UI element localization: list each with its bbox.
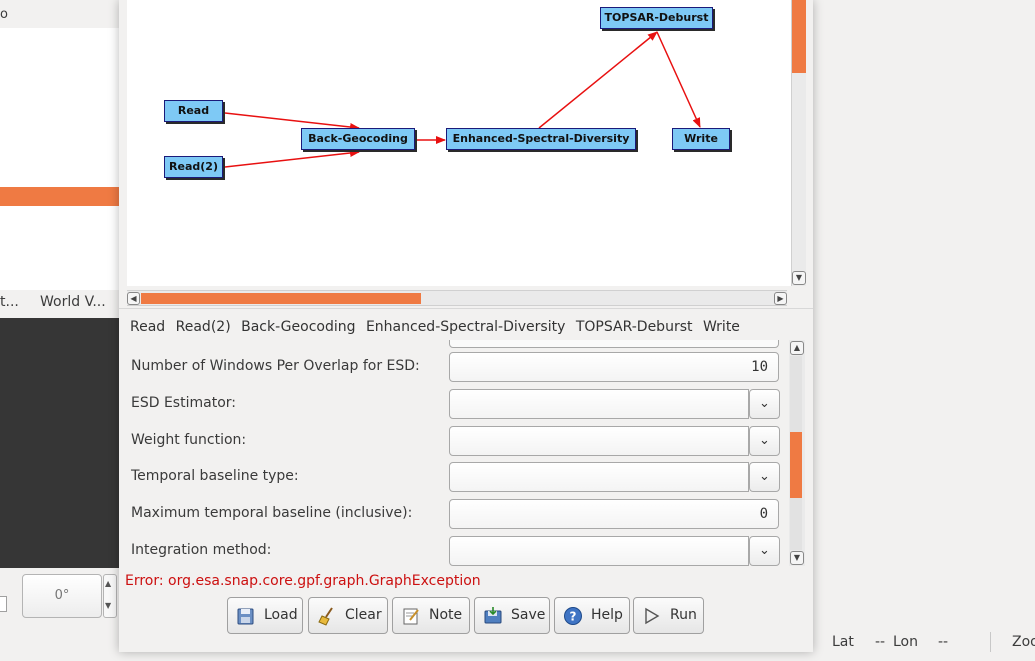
- note-button[interactable]: Note: [392, 597, 470, 634]
- status-lat-value: --: [875, 634, 886, 650]
- graph-vertical-scrollbar[interactable]: ▼: [791, 0, 806, 286]
- scroll-right-icon[interactable]: ▶: [774, 292, 787, 305]
- param-label-windows-per-overlap: Number of Windows Per Overlap for ESD:: [131, 358, 420, 374]
- play-icon: [645, 607, 660, 625]
- chevron-down-icon: ⌄: [759, 396, 770, 411]
- svg-text:?: ?: [570, 610, 577, 624]
- clear-button-label: Clear: [345, 607, 382, 623]
- status-lat-label: Lat: [832, 634, 854, 650]
- status-separator: [990, 632, 991, 652]
- note-icon: [403, 608, 419, 625]
- edge-read-to-back-geocoding: [224, 112, 360, 131]
- tab-write[interactable]: Write: [703, 319, 740, 335]
- chevron-down-icon: ⌄: [759, 543, 770, 558]
- parameters-scrollbar[interactable]: ▲ ▼: [789, 340, 805, 566]
- status-lon-label: Lon: [893, 634, 918, 650]
- param-label-integration-method: Integration method:: [131, 542, 272, 558]
- background-left-header: [0, 0, 119, 28]
- graph-canvas[interactable]: Read Read(2) Back-Geocoding Enhanced-Spe…: [127, 0, 792, 286]
- graph-node-enhanced-spectral-diversity[interactable]: Enhanced-Spectral-Diversity: [446, 128, 636, 150]
- edge-read2-to-back-geocoding: [224, 149, 360, 168]
- load-button[interactable]: Load: [227, 597, 303, 634]
- load-file-icon: [237, 608, 254, 625]
- graph-node-topsar-deburst[interactable]: TOPSAR-Deburst: [600, 7, 713, 29]
- help-icon: ?: [564, 607, 582, 625]
- background-header-text: o: [0, 7, 8, 22]
- chevron-down-icon: ⌄: [759, 433, 770, 448]
- param-label-esd-estimator: ESD Estimator:: [131, 395, 236, 411]
- status-lon-value: --: [938, 634, 949, 650]
- help-button-label: Help: [591, 607, 623, 623]
- help-button[interactable]: ? Help: [554, 597, 630, 634]
- angle-input[interactable]: 0°: [22, 574, 102, 618]
- background-left-panel: [0, 0, 119, 290]
- graph-builder-dialog: Read Read(2) Back-Geocoding Enhanced-Spe…: [119, 0, 813, 652]
- integration-method-dropdown-button[interactable]: ⌄: [749, 536, 780, 566]
- background-selected-row: [0, 187, 119, 206]
- chevron-up-icon: ▲: [105, 579, 112, 588]
- chevron-down-icon: ▼: [105, 601, 112, 610]
- load-button-label: Load: [264, 607, 298, 623]
- tab-read[interactable]: Read: [130, 319, 165, 335]
- operator-tab-strip: Read Read(2) Back-Geocoding Enhanced-Spe…: [130, 319, 746, 335]
- tab-read2[interactable]: Read(2): [176, 319, 231, 335]
- background-tab-world-view[interactable]: World V...: [40, 294, 106, 310]
- weight-function-dropdown-button[interactable]: ⌄: [749, 426, 780, 456]
- graph-node-read2[interactable]: Read(2): [164, 156, 223, 178]
- run-button-label: Run: [670, 607, 697, 623]
- graph-divider: [119, 308, 813, 309]
- error-message: Error: org.esa.snap.core.gpf.graph.Graph…: [125, 573, 481, 589]
- graph-node-back-geocoding[interactable]: Back-Geocoding: [301, 128, 415, 150]
- weight-function-select[interactable]: [449, 426, 749, 456]
- chevron-down-icon: ⌄: [759, 469, 770, 484]
- status-zoom-label: Zoo: [1012, 634, 1035, 650]
- note-button-label: Note: [429, 607, 463, 623]
- background-checkbox[interactable]: [0, 596, 7, 612]
- save-button[interactable]: Save: [474, 597, 550, 634]
- edge-deburst-to-write: [656, 31, 701, 128]
- clipped-field[interactable]: [449, 340, 779, 348]
- parameters-panel: Number of Windows Per Overlap for ESD: 1…: [119, 340, 787, 566]
- temporal-baseline-type-select[interactable]: [449, 462, 749, 492]
- graph-vertical-scroll-thumb[interactable]: [792, 0, 806, 73]
- angle-spinner[interactable]: ▲ ▼: [103, 574, 117, 618]
- tab-enhanced-spectral-diversity[interactable]: Enhanced-Spectral-Diversity: [366, 319, 565, 335]
- graph-horizontal-scrollbar[interactable]: ◀ ▶: [127, 290, 787, 306]
- tab-back-geocoding[interactable]: Back-Geocoding: [241, 319, 355, 335]
- save-button-label: Save: [511, 607, 546, 623]
- max-temporal-baseline-input[interactable]: 0: [449, 499, 779, 529]
- save-icon: [484, 607, 502, 624]
- run-button[interactable]: Run: [633, 597, 704, 634]
- esd-estimator-dropdown-button[interactable]: ⌄: [749, 389, 780, 419]
- integration-method-select[interactable]: [449, 536, 749, 566]
- scroll-down-icon[interactable]: ▼: [790, 551, 804, 565]
- windows-per-overlap-input[interactable]: 10: [449, 352, 779, 382]
- tab-topsar-deburst[interactable]: TOPSAR-Deburst: [576, 319, 693, 335]
- background-tab-1[interactable]: t...: [0, 294, 19, 310]
- param-label-weight-function: Weight function:: [131, 432, 247, 448]
- graph-node-write[interactable]: Write: [672, 128, 730, 150]
- scroll-up-icon[interactable]: ▲: [790, 341, 804, 355]
- edge-esd-to-deburst: [538, 31, 658, 129]
- scroll-left-icon[interactable]: ◀: [127, 292, 140, 305]
- param-label-max-temporal-baseline: Maximum temporal baseline (inclusive):: [131, 505, 413, 521]
- clear-button[interactable]: Clear: [308, 597, 388, 634]
- graph-node-read[interactable]: Read: [164, 100, 223, 122]
- scroll-down-icon[interactable]: ▼: [792, 271, 806, 285]
- broom-icon: [318, 607, 333, 626]
- background-dark-view: [0, 318, 119, 568]
- param-label-temporal-baseline-type: Temporal baseline type:: [131, 468, 299, 484]
- graph-horizontal-scroll-thumb[interactable]: [141, 293, 421, 304]
- temporal-baseline-type-dropdown-button[interactable]: ⌄: [749, 462, 780, 492]
- parameters-scroll-thumb[interactable]: [790, 432, 802, 498]
- esd-estimator-select[interactable]: [449, 389, 749, 419]
